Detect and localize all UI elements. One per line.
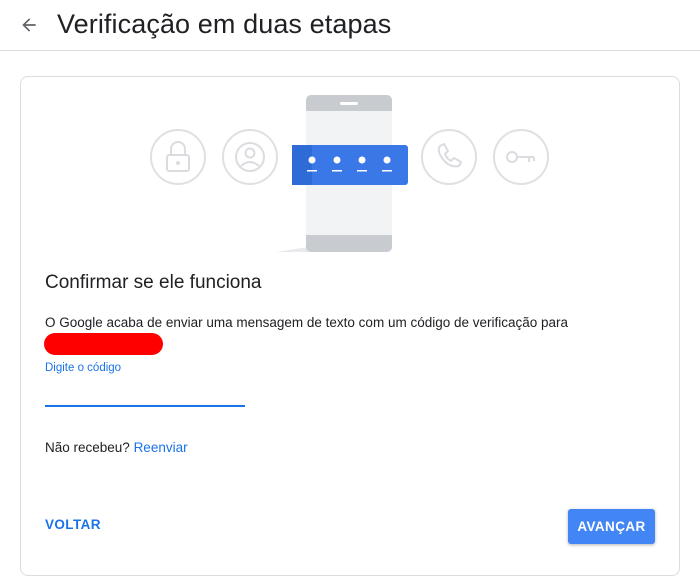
phone-icon [421, 129, 477, 185]
back-button[interactable]: VOLTAR [45, 516, 101, 534]
back-arrow-button[interactable] [14, 10, 44, 40]
account-icon [222, 129, 278, 185]
code-input-label: Digite o código [45, 362, 122, 374]
masked-code-icon [292, 145, 408, 185]
page-title: Verificação em duas etapas [57, 9, 392, 39]
next-button[interactable]: AVANÇAR [568, 509, 655, 544]
top-bar: Verificação em duas etapas [0, 0, 700, 51]
lock-icon [150, 129, 206, 185]
key-icon [493, 129, 549, 185]
arrow-back-icon [22, 18, 36, 32]
resend-row: Não recebeu? Reenviar [45, 439, 188, 457]
two-step-illustration [150, 95, 549, 252]
resend-prompt: Não recebeu? [45, 440, 134, 455]
verification-code-input[interactable] [45, 377, 245, 407]
resend-link[interactable]: Reenviar [134, 440, 188, 455]
verification-card: Confirmar se ele funciona O Google acaba… [20, 76, 680, 576]
redacted-phone-number [44, 333, 163, 355]
step-heading: Confirmar se ele funciona [45, 272, 262, 293]
sms-sent-message: O Google acaba de enviar uma mensagem de… [45, 315, 569, 330]
